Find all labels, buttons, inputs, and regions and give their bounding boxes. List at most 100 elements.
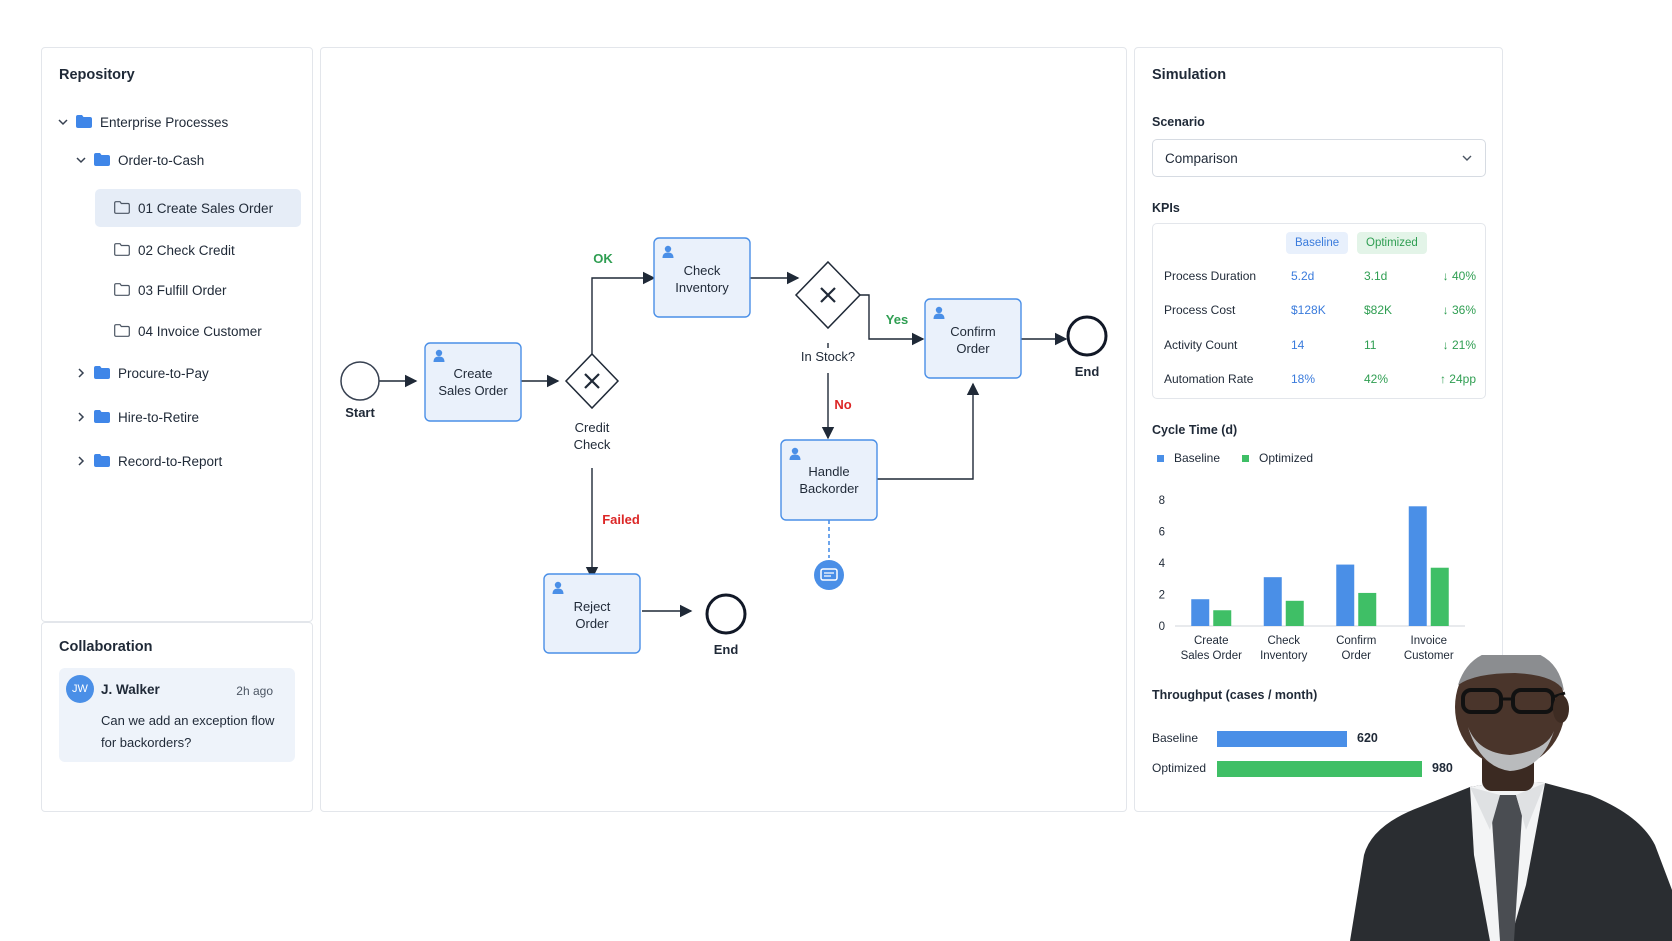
process-diagram[interactable]: Start Create Sales Order Credit Check OK… [321, 48, 1128, 813]
x-tick-label: Check [1267, 635, 1300, 647]
flow-label-yes: Yes [886, 312, 908, 327]
y-tick-label: 4 [1159, 558, 1166, 570]
folder-icon [94, 366, 112, 380]
tree-item-label: 04 Invoice Customer [138, 323, 262, 339]
task-confirm-order[interactable]: Confirm Order [924, 298, 1022, 379]
y-tick-label: 8 [1159, 495, 1165, 507]
folder-icon [94, 153, 112, 167]
task-label-line1: Confirm [950, 324, 996, 339]
end-event-label: End [714, 642, 739, 657]
bar-baseline [1408, 506, 1427, 626]
task-label-line1: Check [684, 263, 721, 278]
tree-item-label: Hire-to-Retire [118, 409, 200, 425]
end-event[interactable] [1066, 315, 1108, 357]
tree-item-label: 01 Create Sales Order [138, 200, 274, 216]
flow-label-no: No [834, 397, 851, 412]
collaboration-title: Collaboration [59, 639, 153, 655]
tree-item-label: 03 Fulfill Order [138, 282, 227, 298]
bar-optimized [1285, 600, 1304, 626]
throughput-label-baseline: Baseline [1152, 731, 1199, 745]
task-label-line2: Order [575, 616, 609, 631]
flow-label-failed: Failed [602, 512, 640, 527]
bar-optimized [1213, 610, 1232, 626]
y-tick-label: 6 [1159, 527, 1165, 539]
tree-item-label: Record-to-Report [118, 453, 223, 469]
flow-backorder-to-confirm [876, 382, 980, 480]
start-event[interactable] [340, 361, 380, 401]
chevron-right-icon[interactable] [74, 410, 88, 424]
gateway-label-line1: Credit [575, 420, 610, 435]
task-label-line2: Order [956, 341, 990, 356]
comment-author: J. Walker [101, 682, 160, 697]
folder-outline-icon [114, 283, 132, 297]
tree-item-label: Order-to-Cash [118, 152, 205, 168]
end-event[interactable] [705, 593, 747, 635]
repository-title: Repository [59, 67, 135, 83]
folder-icon [94, 410, 112, 424]
comment-text: Can we add an exception flow for backord… [101, 713, 275, 750]
task-create-sales-order[interactable]: Create Sales Order [424, 342, 522, 422]
throughput-title: Throughput (cases / month) [1152, 688, 1318, 702]
gateway-credit-check[interactable] [564, 352, 620, 410]
end-event-label: End [1075, 364, 1100, 379]
tree-item-check-credit[interactable]: 02 Check Credit [114, 236, 235, 264]
tree-item-hire-to-retire[interactable]: Hire-to-Retire [74, 403, 199, 431]
person-illustration [1350, 655, 1672, 941]
chevron-down-icon[interactable] [74, 153, 88, 167]
flow-ok [591, 271, 656, 354]
chevron-right-icon[interactable] [74, 454, 88, 468]
x-tick-label: Inventory [1260, 650, 1308, 662]
task-label-line2: Backorder [799, 481, 859, 496]
tree-item-record-to-report[interactable]: Record-to-Report [74, 447, 222, 475]
folder-icon [76, 115, 94, 129]
bar-baseline [1191, 599, 1210, 626]
y-tick-label: 0 [1159, 621, 1165, 633]
task-label-line1: Create [453, 366, 492, 381]
task-label-line1: Handle [808, 464, 849, 479]
bar-baseline [1336, 564, 1355, 626]
task-reject-order[interactable]: Reject Order [543, 573, 641, 654]
tree-item-label: Enterprise Processes [100, 114, 229, 130]
bar-optimized [1358, 592, 1377, 626]
chevron-right-icon[interactable] [74, 366, 88, 380]
tree-item-procure-to-pay[interactable]: Procure-to-Pay [74, 359, 209, 387]
task-handle-backorder[interactable]: Handle Backorder [780, 439, 878, 521]
y-tick-label: 2 [1159, 590, 1165, 602]
folder-icon [94, 454, 112, 468]
task-label-line2: Sales Order [438, 383, 508, 398]
x-tick-label: Create [1194, 635, 1229, 647]
avatar: JW [66, 675, 94, 703]
task-check-inventory[interactable]: Check Inventory [653, 237, 751, 318]
bar-baseline [1263, 577, 1282, 626]
throughput-bar-baseline [1217, 731, 1347, 747]
folder-outline-icon [114, 324, 132, 338]
tree-item-enterprise-processes[interactable]: Enterprise Processes [56, 108, 228, 136]
bar-optimized [1430, 567, 1449, 626]
folder-outline-icon [114, 201, 132, 215]
tree-item-label: Procure-to-Pay [118, 365, 209, 381]
tree-item-fulfill-order[interactable]: 03 Fulfill Order [114, 276, 227, 304]
task-label-line1: Reject [574, 599, 611, 614]
flow-label-ok: OK [593, 251, 613, 266]
x-tick-label: Sales Order [1181, 650, 1243, 662]
comment-card[interactable]: JW J. Walker 2h ago Can we add an except… [59, 668, 295, 762]
throughput-label-optimized: Optimized [1152, 761, 1207, 775]
repository-panel: Repository Enterprise Processes Order-to… [41, 47, 313, 622]
tree-item-create-sales-order[interactable]: 01 Create Sales Order [95, 189, 301, 227]
task-label-line2: Inventory [675, 280, 729, 295]
comment-time: 2h ago [236, 684, 273, 698]
tree-item-order-to-cash[interactable]: Order-to-Cash [74, 146, 204, 174]
collaboration-panel: Collaboration JW J. Walker 2h ago Can we… [41, 622, 313, 812]
start-event-label: Start [345, 405, 375, 420]
gateway-label-line2: Check [574, 437, 611, 452]
tree-item-invoice-customer[interactable]: 04 Invoice Customer [114, 317, 262, 345]
tree-item-label: 02 Check Credit [138, 242, 235, 258]
chevron-down-icon[interactable] [56, 115, 70, 129]
folder-outline-icon [114, 243, 132, 257]
x-tick-label: Confirm [1336, 635, 1376, 647]
x-tick-label: Invoice [1411, 635, 1447, 647]
gateway-in-stock[interactable] [794, 260, 862, 330]
comment-icon[interactable] [814, 560, 844, 590]
gateway-label: In Stock? [801, 349, 855, 364]
process-canvas[interactable]: Start Create Sales Order Credit Check OK… [320, 47, 1127, 812]
